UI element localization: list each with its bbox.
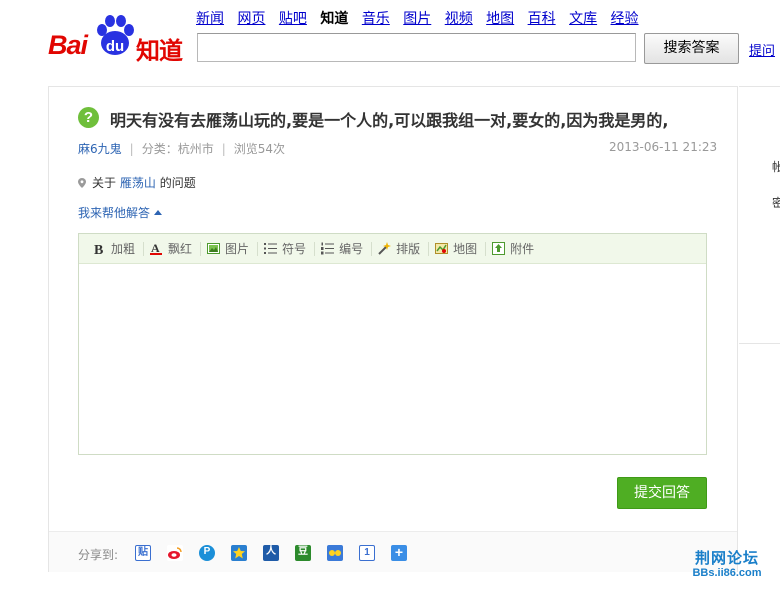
image-icon: [207, 242, 221, 255]
logo-text-bai: Bai: [48, 30, 88, 60]
map-icon: [435, 242, 449, 255]
nav-link-web[interactable]: 网页: [237, 11, 265, 27]
bullet-list-icon: [264, 242, 278, 255]
toolbar-attachment-button[interactable]: 附件: [486, 242, 542, 256]
share-tsina-icon[interactable]: 1: [359, 545, 375, 561]
watermark-url: BBs.ii86.com: [692, 567, 762, 579]
editor-toolbar: B 加粗 A 飘红 图片 符号 编号 排版 地图 附件: [79, 234, 706, 264]
share-kaixin-icon[interactable]: [327, 545, 343, 561]
question-meta: 麻6九鬼 | 分类：杭州市 | 浏览54次: [78, 142, 286, 156]
toolbar-label: 加粗: [111, 242, 136, 256]
toolbar-format-button[interactable]: 排版: [372, 241, 430, 256]
question-author-link[interactable]: 麻6九鬼: [78, 142, 122, 156]
share-qq-icon[interactable]: [231, 545, 247, 561]
toolbar-label: 飘红: [168, 242, 193, 256]
answer-textarea[interactable]: [79, 265, 706, 454]
about-tag-link[interactable]: 雁荡山: [120, 176, 156, 190]
toolbar-bullet-list-button[interactable]: 符号: [258, 241, 316, 256]
red-text-icon: A: [150, 241, 163, 255]
watermark-title: 荆网论坛: [694, 549, 759, 567]
toolbar-red-text-button[interactable]: A 飘红: [144, 241, 202, 256]
toolbar-image-button[interactable]: 图片: [201, 241, 259, 256]
baidu-zhidao-logo[interactable]: Bai du 知道: [48, 14, 188, 65]
share-renren-icon[interactable]: 人: [263, 545, 279, 561]
toolbar-label: 排版: [396, 242, 421, 256]
question-about: 关于 雁荡山 的问题: [78, 174, 196, 191]
location-pin-icon: [78, 178, 86, 188]
top-nav: 新闻 网页 贴吧 知道 音乐 图片 视频 地图 百科 文库 经验: [196, 8, 648, 28]
side-label-password: 密: [772, 196, 780, 210]
magic-wand-icon: [378, 242, 392, 255]
question-timestamp: 2013-06-11 21:23: [609, 140, 718, 154]
svg-text:B: B: [94, 243, 103, 255]
answer-toggle-label: 我来帮他解答: [78, 206, 151, 220]
nav-link-baike[interactable]: 百科: [528, 11, 556, 27]
share-weibo-icon[interactable]: [167, 545, 183, 561]
toolbar-numbered-list-button[interactable]: 编号: [315, 241, 373, 256]
answer-editor: B 加粗 A 飘红 图片 符号 编号 排版 地图 附件: [78, 233, 707, 455]
nav-link-tieba[interactable]: 贴吧: [279, 11, 307, 27]
question-title: 明天有没有去雁荡山玩的,要是一个人的,可以跟我组一对,要女的,因为我是男的,: [110, 111, 669, 130]
share-tieba-icon[interactable]: 贴: [135, 545, 151, 561]
nav-link-wenku[interactable]: 文库: [569, 11, 597, 27]
question-mark-icon: ?: [78, 107, 99, 128]
bold-icon: B: [93, 242, 106, 258]
share-more-icon[interactable]: +: [391, 545, 407, 561]
attachment-icon: [492, 242, 506, 255]
toolbar-label: 附件: [510, 242, 535, 256]
question-category[interactable]: 分类：杭州市: [142, 142, 214, 156]
search-input[interactable]: [197, 33, 636, 62]
question-views: 浏览54次: [233, 142, 286, 156]
ask-question-link[interactable]: 提问: [749, 40, 775, 59]
toolbar-map-button[interactable]: 地图: [429, 241, 487, 256]
nav-link-news[interactable]: 新闻: [196, 11, 224, 27]
nav-current-zhidao: 知道: [320, 11, 349, 27]
nav-link-music[interactable]: 音乐: [362, 11, 390, 27]
share-douban-icon[interactable]: 豆: [295, 545, 311, 561]
about-prefix: 关于: [92, 176, 117, 190]
caret-up-icon: [154, 210, 163, 215]
toolbar-label: 地图: [453, 242, 478, 256]
nav-link-map[interactable]: 地图: [486, 11, 514, 27]
nav-link-jingyan[interactable]: 经验: [611, 11, 639, 27]
submit-answer-button[interactable]: 提交回答: [617, 477, 707, 509]
forum-watermark: 荆网论坛 BBs.ii86.com: [677, 547, 777, 579]
numbered-list-icon: [321, 242, 335, 255]
logo-text-du: du: [105, 38, 125, 55]
toolbar-label: 图片: [225, 242, 250, 256]
side-login-panel: [739, 86, 780, 344]
nav-link-video[interactable]: 视频: [445, 11, 473, 27]
side-label-account: 帐: [772, 160, 780, 174]
answer-toggle[interactable]: 我来帮他解答: [78, 204, 163, 221]
toolbar-label: 编号: [339, 242, 364, 256]
about-suffix: 的问题: [159, 176, 196, 190]
share-label: 分享到:: [78, 548, 119, 562]
share-qzone-icon[interactable]: P: [199, 545, 215, 561]
logo-text-zhidao: 知道: [136, 37, 183, 65]
nav-link-images[interactable]: 图片: [403, 11, 431, 27]
search-answers-button[interactable]: 搜索答案: [644, 33, 739, 64]
toolbar-bold-button[interactable]: B 加粗: [89, 241, 145, 258]
toolbar-label: 符号: [282, 242, 307, 256]
